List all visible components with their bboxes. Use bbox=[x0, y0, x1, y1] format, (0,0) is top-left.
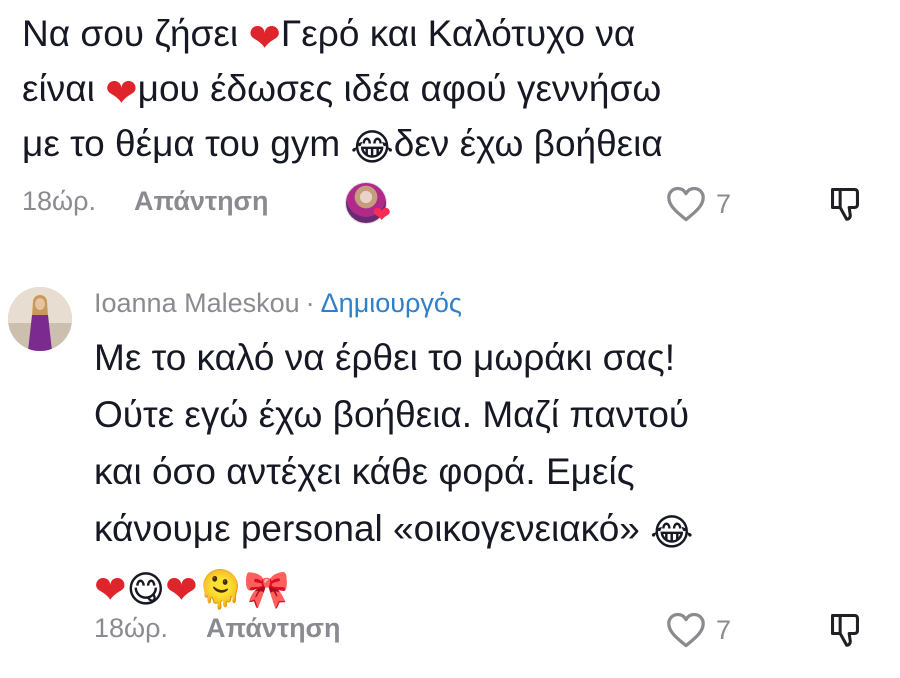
heart-emoji: ❤ bbox=[105, 71, 138, 115]
reply-button[interactable]: Απάντηση bbox=[134, 186, 269, 217]
melting-face-emoji: 🫠 bbox=[197, 569, 244, 611]
heart-emoji: ❤ bbox=[165, 568, 198, 612]
comment-text-segment: μου έδωσες ιδέα αφού γεννήσω bbox=[137, 68, 662, 109]
like-button[interactable]: 7 bbox=[666, 186, 731, 222]
creator-liked-badge: ❤ bbox=[345, 182, 391, 227]
heart-outline-icon bbox=[667, 186, 705, 222]
comment-text: Να σου ζήσει ❤Γερό και Καλότυχο να είναι… bbox=[22, 6, 882, 171]
comment-text-segment: Γερό και Καλότυχο να bbox=[280, 13, 636, 54]
like-count: 7 bbox=[716, 614, 732, 645]
reply-timestamp: 18ώρ. bbox=[94, 613, 168, 643]
comment-text-segment: Να σου ζήσει bbox=[22, 13, 249, 54]
separator: · bbox=[305, 288, 315, 318]
avatar-image bbox=[8, 287, 72, 351]
dislike-icon[interactable] bbox=[828, 612, 862, 648]
laugh-emoji: 😂 bbox=[350, 127, 394, 169]
reply-text-segment: κάνουμε personal «οικογενειακό» bbox=[94, 508, 651, 549]
heart-icon: ❤ bbox=[372, 202, 391, 227]
comment-meta: 18ώρ. Απάντηση bbox=[22, 186, 269, 217]
heart-emoji: ❤ bbox=[248, 16, 281, 60]
author-name[interactable]: Ioanna Maleskou bbox=[94, 285, 300, 321]
comment-text-segment: είναι bbox=[22, 68, 106, 109]
reply-text-segment: Με το καλό να έρθει το μωράκι σας! bbox=[94, 337, 675, 378]
laugh-emoji: 😂 bbox=[650, 512, 694, 554]
dislike-icon[interactable] bbox=[828, 186, 862, 222]
reply-text-segment: Ούτε εγώ έχω βοήθεια. Μαζί παντού bbox=[94, 394, 690, 435]
creator-badge: Δημιουργός bbox=[320, 288, 462, 318]
ribbon-emoji: 🎀 bbox=[243, 569, 290, 611]
reply-text-segment: και όσο αντέχει κάθε φορά. Εμείς bbox=[94, 451, 635, 492]
yum-emoji: 😋 bbox=[126, 569, 166, 611]
comment-timestamp: 18ώρ. bbox=[22, 186, 96, 216]
like-button[interactable]: 7 bbox=[666, 612, 731, 648]
like-count: 7 bbox=[716, 188, 732, 219]
avatar[interactable] bbox=[8, 287, 72, 351]
heart-outline-icon bbox=[667, 612, 705, 648]
comment-text-segment: δεν έχω βοήθεια bbox=[393, 123, 663, 164]
reply-button[interactable]: Απάντηση bbox=[206, 613, 341, 644]
heart-emoji: ❤ bbox=[94, 568, 127, 612]
reply-text: Με το καλό να έρθει το μωράκι σας! Ούτε … bbox=[94, 329, 884, 614]
comment-author-line: Ioanna Maleskou · Δημιουργός bbox=[94, 285, 462, 321]
reply-meta: 18ώρ. Απάντηση bbox=[94, 613, 341, 644]
comment-text-segment: με το θέμα του gym bbox=[22, 123, 351, 164]
